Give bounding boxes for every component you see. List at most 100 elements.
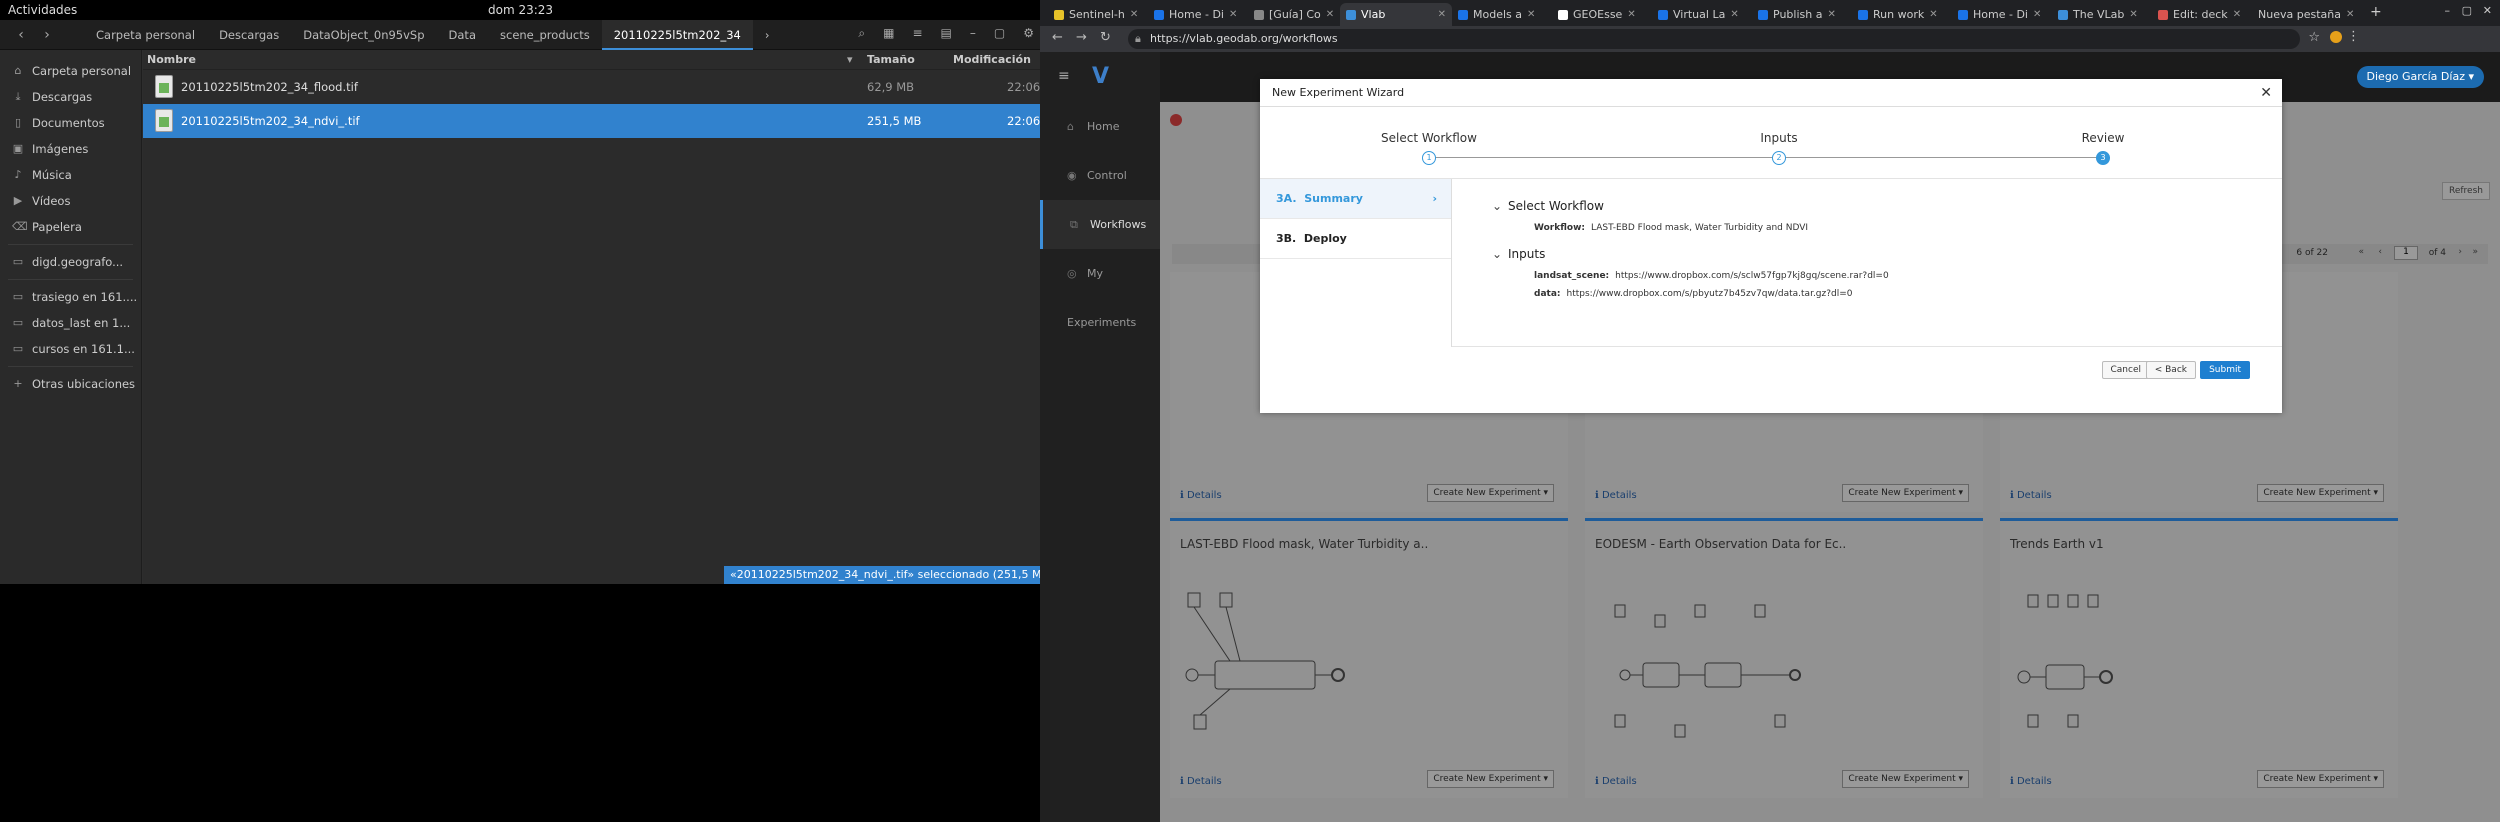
first-page-icon[interactable]: « — [2358, 247, 2364, 257]
card-title[interactable]: LAST-EBD Flood mask, Water Turbidity a.. — [1180, 537, 1428, 551]
create-experiment-button[interactable]: Create New Experiment ▾ — [2257, 770, 2384, 788]
step-2-indicator[interactable]: 2 — [1772, 151, 1786, 165]
browser-tab[interactable]: Nueva pestaña ✕ — [2252, 3, 2356, 26]
sidebar-item-downloads[interactable]: ⤓ Descargas — [0, 84, 141, 110]
browser-tab[interactable]: Edit: deck ✕ — [2152, 3, 2252, 26]
card-title[interactable]: EODESM - Earth Observation Data for Ec.. — [1595, 537, 1846, 551]
settings-icon[interactable]: ⚙ — [1023, 26, 1034, 41]
breadcrumb-item[interactable]: Data — [437, 20, 488, 50]
maximize-icon[interactable]: ▢ — [2462, 4, 2472, 17]
activities-button[interactable]: Actividades — [8, 3, 77, 17]
browser-tab[interactable]: Publish a ✕ — [1752, 3, 1852, 26]
table-row-selected[interactable]: 20110225l5tm202_34_ndvi_.tif 251,5 MB 22… — [143, 104, 1040, 138]
browser-tab[interactable]: Sentinel-h ✕ — [1048, 3, 1148, 26]
browser-tab[interactable]: Home - Di ✕ — [1148, 3, 1248, 26]
browser-tab[interactable]: GEOEsse ✕ — [1552, 3, 1652, 26]
create-experiment-button[interactable]: Create New Experiment ▾ — [1842, 770, 1969, 788]
step-label[interactable]: Inputs — [1719, 131, 1839, 145]
clock[interactable]: dom 23:23 — [488, 3, 553, 17]
nav-item-my-experiments[interactable]: ◎ My Experiments — [1040, 249, 1160, 329]
sort-chevron-icon[interactable]: ▾ — [847, 50, 853, 70]
create-experiment-button[interactable]: Create New Experiment ▾ — [1427, 770, 1554, 788]
sidebar-item-music[interactable]: ♪ Música — [0, 162, 141, 188]
browser-tab[interactable]: [Guía] Co ✕ — [1248, 3, 1340, 26]
create-experiment-button[interactable]: Create New Experiment ▾ — [1842, 484, 1969, 502]
close-icon[interactable]: ✕ — [1527, 9, 1535, 20]
new-tab-icon[interactable]: + — [2370, 4, 2382, 20]
star-icon[interactable]: ☆ — [2308, 30, 2320, 45]
close-icon[interactable]: ✕ — [2260, 79, 2272, 107]
details-link[interactable]: ℹ Details — [2010, 490, 2052, 501]
back-icon[interactable]: ‹ — [12, 26, 30, 44]
details-link[interactable]: ℹ Details — [1180, 776, 1222, 787]
close-icon[interactable]: ✕ — [1438, 9, 1446, 20]
close-icon[interactable]: ✕ — [2346, 9, 2354, 20]
search-icon[interactable]: ⌕ — [858, 26, 865, 41]
document-icon[interactable]: ▤ — [941, 26, 952, 41]
browser-tab[interactable]: Virtual La ✕ — [1652, 3, 1752, 26]
breadcrumb-item[interactable]: DataObject_0n95vSp — [291, 20, 436, 50]
reload-icon[interactable]: ↻ — [1100, 30, 1111, 45]
close-icon[interactable]: ✕ — [1627, 9, 1635, 20]
close-icon[interactable]: ✕ — [2129, 9, 2137, 20]
close-icon[interactable]: ✕ — [1229, 9, 1237, 20]
close-icon[interactable]: ✕ — [1730, 9, 1738, 20]
nav-item-workflows[interactable]: ⧉ Workflows — [1040, 200, 1160, 249]
section-inputs[interactable]: ⌄ Inputs — [1492, 247, 2282, 261]
browser-tab[interactable]: Models a ✕ — [1452, 3, 1552, 26]
substep-summary[interactable]: 3A. Summary › — [1260, 179, 1451, 219]
forward-icon[interactable]: › — [38, 26, 56, 44]
close-icon[interactable]: ✕ — [2033, 9, 2041, 20]
breadcrumb-item[interactable]: scene_products — [488, 20, 602, 50]
menu-icon[interactable]: ⋮ — [2347, 29, 2360, 44]
card-title[interactable]: Trends Earth v1 — [2010, 537, 2104, 551]
create-experiment-button[interactable]: Create New Experiment ▾ — [2257, 484, 2384, 502]
back-icon[interactable]: ← — [1052, 30, 1063, 45]
close-icon[interactable]: ✕ — [1326, 9, 1334, 20]
details-link[interactable]: ℹ Details — [2010, 776, 2052, 787]
browser-tab[interactable]: Run work ✕ — [1852, 3, 1952, 26]
last-page-icon[interactable]: » — [2472, 247, 2478, 257]
menu-icon[interactable]: ≡ — [912, 26, 922, 41]
prev-page-icon[interactable]: ‹ — [2378, 247, 2382, 257]
sidebar-item-network[interactable]: ▭ digd.geografo... — [0, 249, 141, 275]
nav-item-home[interactable]: ⌂ Home — [1040, 102, 1160, 151]
address-bar[interactable]: 🔒︎ https://vlab.geodab.org/workflows — [1128, 29, 2300, 49]
close-icon[interactable]: ✕ — [1929, 9, 1937, 20]
table-row[interactable]: 20110225l5tm202_34_flood.tif 62,9 MB 22:… — [143, 70, 1040, 104]
minimize-icon[interactable]: – — [2445, 4, 2451, 17]
step-3-indicator[interactable]: 3 — [2096, 151, 2110, 165]
breadcrumb-item[interactable]: Descargas — [207, 20, 291, 50]
close-icon[interactable]: ✕ — [1827, 9, 1835, 20]
hamburger-icon[interactable]: ≡ — [1058, 68, 1070, 84]
column-size[interactable]: Tamaño — [867, 50, 915, 70]
browser-tab[interactable]: The VLab ✕ — [2052, 3, 2152, 26]
next-page-icon[interactable]: › — [2458, 247, 2462, 257]
create-experiment-button[interactable]: Create New Experiment ▾ — [1427, 484, 1554, 502]
details-link[interactable]: ℹ Details — [1180, 490, 1222, 501]
close-icon[interactable]: ✕ — [2233, 9, 2241, 20]
details-link[interactable]: ℹ Details — [1595, 776, 1637, 787]
sidebar-item-other-locations[interactable]: + Otras ubicaciones — [0, 371, 141, 397]
forward-icon[interactable]: → — [1076, 30, 1087, 45]
maximize-icon[interactable]: ▢ — [994, 26, 1005, 41]
grid-view-icon[interactable]: ▦ — [883, 26, 894, 41]
column-modified[interactable]: Modificación — [953, 50, 1031, 70]
user-menu-button[interactable]: Diego García Díaz ▾ — [2356, 66, 2484, 88]
step-label[interactable]: Select Workflow — [1369, 131, 1489, 145]
submit-button[interactable]: Submit — [2200, 361, 2250, 379]
breadcrumb-item-current[interactable]: 20110225l5tm202_34 — [601, 20, 753, 50]
nav-item-control[interactable]: ◉ Control — [1040, 151, 1160, 200]
refresh-button[interactable]: Refresh — [2442, 182, 2490, 200]
step-label[interactable]: Review — [2043, 131, 2163, 145]
sidebar-item-videos[interactable]: ▶ Vídeos — [0, 188, 141, 214]
minimize-icon[interactable]: – — [970, 26, 976, 41]
browser-tab-active[interactable]: Vlab ✕ — [1340, 3, 1452, 26]
sidebar-item-network[interactable]: ▭ cursos en 161.1... — [0, 336, 141, 362]
vlab-logo-icon[interactable]: V — [1092, 64, 1109, 89]
browser-tab[interactable]: Home - Di ✕ — [1952, 3, 2052, 26]
close-icon[interactable]: ✕ — [1130, 9, 1138, 20]
close-icon[interactable]: ✕ — [2483, 4, 2492, 17]
column-name[interactable]: Nombre — [147, 50, 196, 70]
sidebar-item-network[interactable]: ▭ datos_last en 1... — [0, 310, 141, 336]
